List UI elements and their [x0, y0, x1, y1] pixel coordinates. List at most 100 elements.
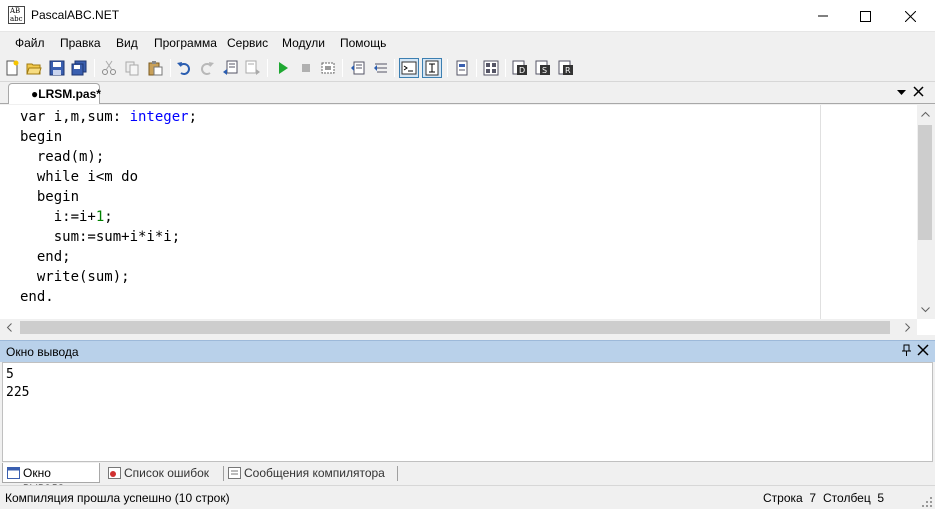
vertical-scroll-thumb[interactable]: [918, 125, 932, 240]
help-r-button[interactable]: R: [556, 58, 576, 78]
navigate-forward-button[interactable]: [243, 58, 263, 78]
svg-text:R: R: [565, 66, 571, 75]
open-folder-icon: [26, 63, 42, 75]
save-button[interactable]: [47, 58, 67, 78]
copy-icon: [125, 61, 139, 76]
bottom-tabs: Окно вывода Список ошибок Сообщения комп…: [0, 462, 935, 494]
debug-step-icon: [351, 61, 365, 75]
menu-program[interactable]: Программа: [154, 36, 217, 50]
code-line-9: write(sum);: [20, 269, 130, 285]
new-file-icon: [6, 60, 19, 76]
window-title: PascalABC.NET: [31, 8, 120, 22]
cut-button[interactable]: [99, 58, 119, 78]
maximize-icon: [860, 10, 871, 22]
scroll-down-icon[interactable]: [921, 307, 930, 313]
undo-icon: [177, 62, 190, 75]
tab-compiler-messages[interactable]: Сообщения компилятора: [224, 463, 394, 483]
debug-over-icon: [374, 63, 387, 73]
tab-error-list-label: Список ошибок: [124, 466, 210, 480]
output-panel-header: Окно вывода: [0, 340, 935, 362]
debug-over-button[interactable]: [371, 58, 391, 78]
horizontal-scroll-thumb[interactable]: [20, 321, 890, 334]
settings-button[interactable]: [481, 58, 501, 78]
stop-icon: [302, 64, 310, 72]
menu-service[interactable]: Сервис: [227, 36, 268, 50]
output-panel-title: Окно вывода: [6, 345, 79, 359]
code-editor[interactable]: var i,m,sum: integer; begin read(m); whi…: [0, 105, 935, 336]
run-button[interactable]: [273, 58, 293, 78]
document-tabstrip: ●LRSM.pas*: [0, 82, 935, 104]
tab-close-icon[interactable]: [913, 86, 924, 97]
menu-view[interactable]: Вид: [116, 36, 138, 50]
close-window-button[interactable]: [888, 0, 933, 32]
open-file-button[interactable]: [24, 58, 44, 78]
right-margin-guide: [820, 105, 821, 319]
output-window-icon: [7, 467, 20, 479]
output-window-icon: [401, 61, 417, 75]
tab-output-window[interactable]: Окно вывода: [2, 463, 100, 494]
copy-button[interactable]: [122, 58, 142, 78]
code-line-7: sum:=sum+i*i*i;: [20, 229, 181, 245]
save-all-button[interactable]: [69, 58, 89, 78]
menu-modules[interactable]: Модули: [282, 36, 325, 50]
svg-text:S: S: [542, 66, 547, 75]
code-line-4: while i<m do: [20, 169, 139, 185]
redo-icon: [201, 62, 214, 75]
code-line-1: var i,m,sum: integer;: [20, 109, 198, 125]
compile-icon: [321, 62, 335, 74]
menu-help[interactable]: Помощь: [340, 36, 386, 50]
minimize-button[interactable]: [800, 0, 845, 32]
output-line: 225: [6, 385, 30, 400]
compile-button[interactable]: [318, 58, 338, 78]
form-designer-icon: [456, 60, 468, 76]
code-text[interactable]: var i,m,sum: integer; begin read(m); whi…: [20, 107, 197, 307]
new-file-button[interactable]: [2, 58, 22, 78]
debug-step-button[interactable]: [348, 58, 368, 78]
tab-error-list[interactable]: Список ошибок: [104, 463, 222, 483]
maximize-button[interactable]: [843, 0, 888, 32]
resize-grip-icon[interactable]: [921, 496, 933, 508]
compiler-messages-icon: [228, 467, 241, 479]
cursor-column: Столбец 5: [823, 491, 885, 505]
undo-button[interactable]: [174, 58, 194, 78]
help-s-button[interactable]: S: [533, 58, 553, 78]
navigate-forward-icon: [245, 60, 260, 75]
scroll-up-icon[interactable]: [921, 111, 930, 117]
save-icon: [49, 60, 65, 76]
tab-dropdown-icon[interactable]: [896, 87, 907, 97]
code-line-10: end.: [20, 289, 54, 305]
app-logo-icon: AB abc: [8, 6, 25, 24]
document-tab[interactable]: ●LRSM.pas*: [8, 83, 101, 104]
scroll-left-icon[interactable]: [6, 323, 12, 332]
menu-file[interactable]: Файл: [15, 36, 45, 50]
stop-button[interactable]: [296, 58, 316, 78]
redo-button[interactable]: [197, 58, 217, 78]
pin-icon[interactable]: [901, 344, 913, 357]
close-output-icon[interactable]: [917, 344, 929, 356]
format-toggle[interactable]: [422, 58, 442, 78]
code-line-3: read(m);: [20, 149, 105, 165]
scroll-right-icon[interactable]: [905, 323, 911, 332]
help-d-button[interactable]: D: [510, 58, 530, 78]
help-s-icon: S: [535, 60, 550, 75]
status-bar: Компиляция прошла успешно (10 строк) Стр…: [0, 485, 935, 509]
tab-compiler-messages-label: Сообщения компилятора: [244, 466, 385, 480]
output-window-toggle[interactable]: [399, 58, 419, 78]
output-text-area[interactable]: 5 225: [2, 362, 933, 462]
output-line: 5: [6, 367, 14, 382]
code-line-5: begin: [20, 189, 80, 205]
navigate-back-button[interactable]: [220, 58, 240, 78]
paste-icon: [148, 61, 163, 76]
run-icon: [279, 62, 288, 74]
close-icon: [905, 10, 916, 22]
form-designer-button[interactable]: [452, 58, 472, 78]
paste-button[interactable]: [145, 58, 165, 78]
cut-icon: [102, 60, 116, 75]
menu-edit[interactable]: Правка: [60, 36, 101, 50]
save-all-icon: [71, 60, 87, 76]
code-line-6: i:=i+1;: [20, 209, 113, 225]
minimize-icon: [817, 15, 828, 17]
help-r-icon: R: [558, 60, 573, 75]
menu-bar: Файл Правка Вид Программа Сервис Модули …: [0, 32, 935, 54]
svg-text:D: D: [519, 66, 525, 75]
